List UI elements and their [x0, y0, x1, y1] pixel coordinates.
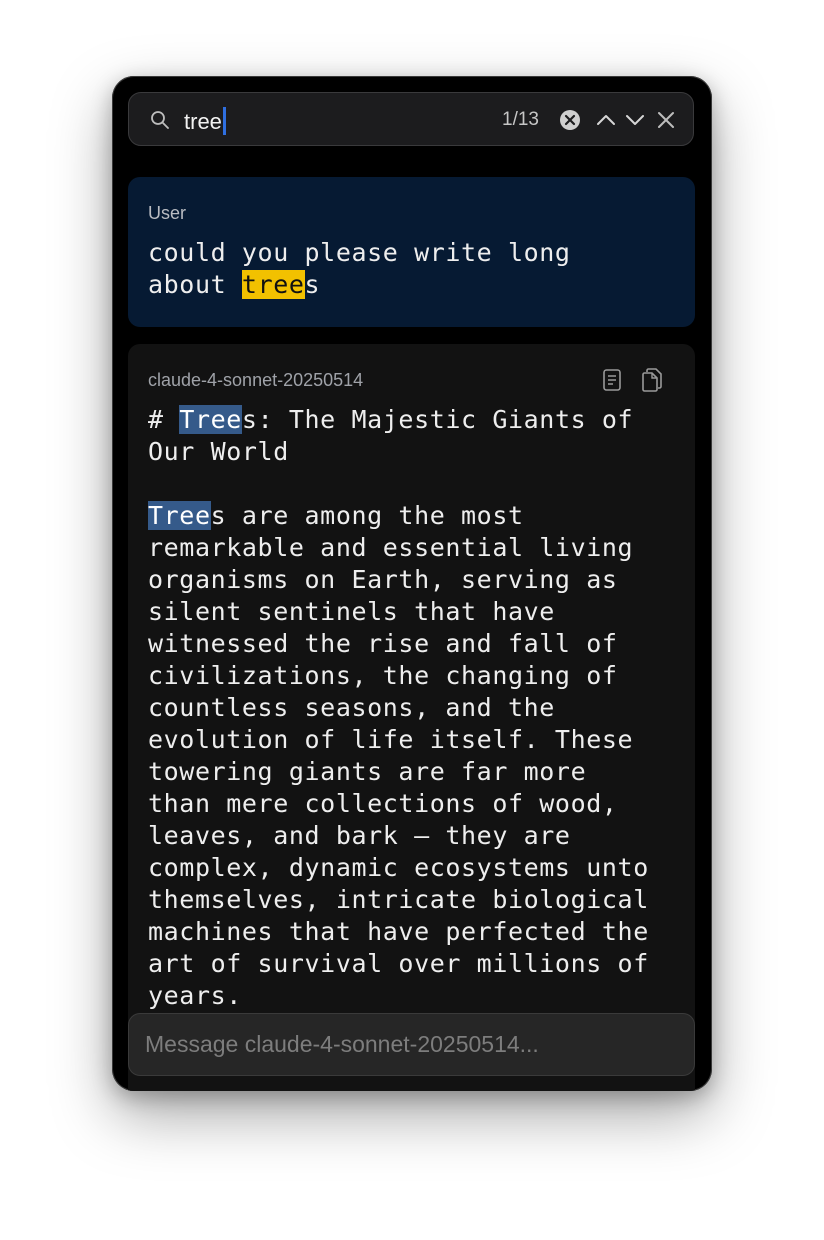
assistant-message: claude-4-sonnet-20250514 # Trees: The Ma… — [128, 344, 695, 1091]
find-input[interactable]: tree — [184, 107, 226, 135]
close-icon — [658, 112, 674, 128]
body-paragraph: s are among the most remarkable and esse… — [148, 501, 649, 1010]
user-role-label: User — [148, 203, 187, 223]
search-icon — [151, 111, 169, 129]
message-composer — [128, 1013, 695, 1076]
chevron-down-icon — [626, 115, 644, 125]
search-match: Tree — [148, 501, 211, 530]
user-message-line: about — [148, 270, 242, 299]
chat-window: tree 1/13 User could you please write lo… — [112, 76, 712, 1091]
clear-search-button[interactable] — [559, 109, 581, 131]
model-label: claude-4-sonnet-20250514 — [148, 370, 364, 390]
text-caret — [222, 107, 226, 135]
user-message: User could you please write long about t… — [128, 177, 695, 327]
current-search-match: tree — [241, 270, 305, 299]
match-counter: 1/13 — [502, 109, 539, 130]
user-message-text: could you please write long about trees — [148, 237, 571, 301]
search-match: Tree — [179, 405, 242, 434]
clear-icon — [560, 110, 580, 130]
heading-marker: # — [148, 405, 180, 434]
chevron-up-icon — [597, 115, 615, 125]
close-search-button[interactable] — [654, 108, 678, 132]
copy-icon[interactable] — [640, 367, 664, 393]
message-input[interactable] — [129, 1014, 694, 1075]
find-bar: tree 1/13 — [128, 92, 694, 146]
previous-match-button[interactable] — [594, 108, 618, 132]
next-match-button[interactable] — [623, 108, 647, 132]
assistant-message-text: # Trees: The Majestic Giants of Our Worl… — [148, 404, 649, 1012]
document-icon[interactable] — [602, 368, 622, 392]
find-query: tree — [184, 109, 222, 134]
user-message-text-tail: s — [304, 270, 321, 299]
user-message-line: could you please write long — [148, 238, 571, 267]
